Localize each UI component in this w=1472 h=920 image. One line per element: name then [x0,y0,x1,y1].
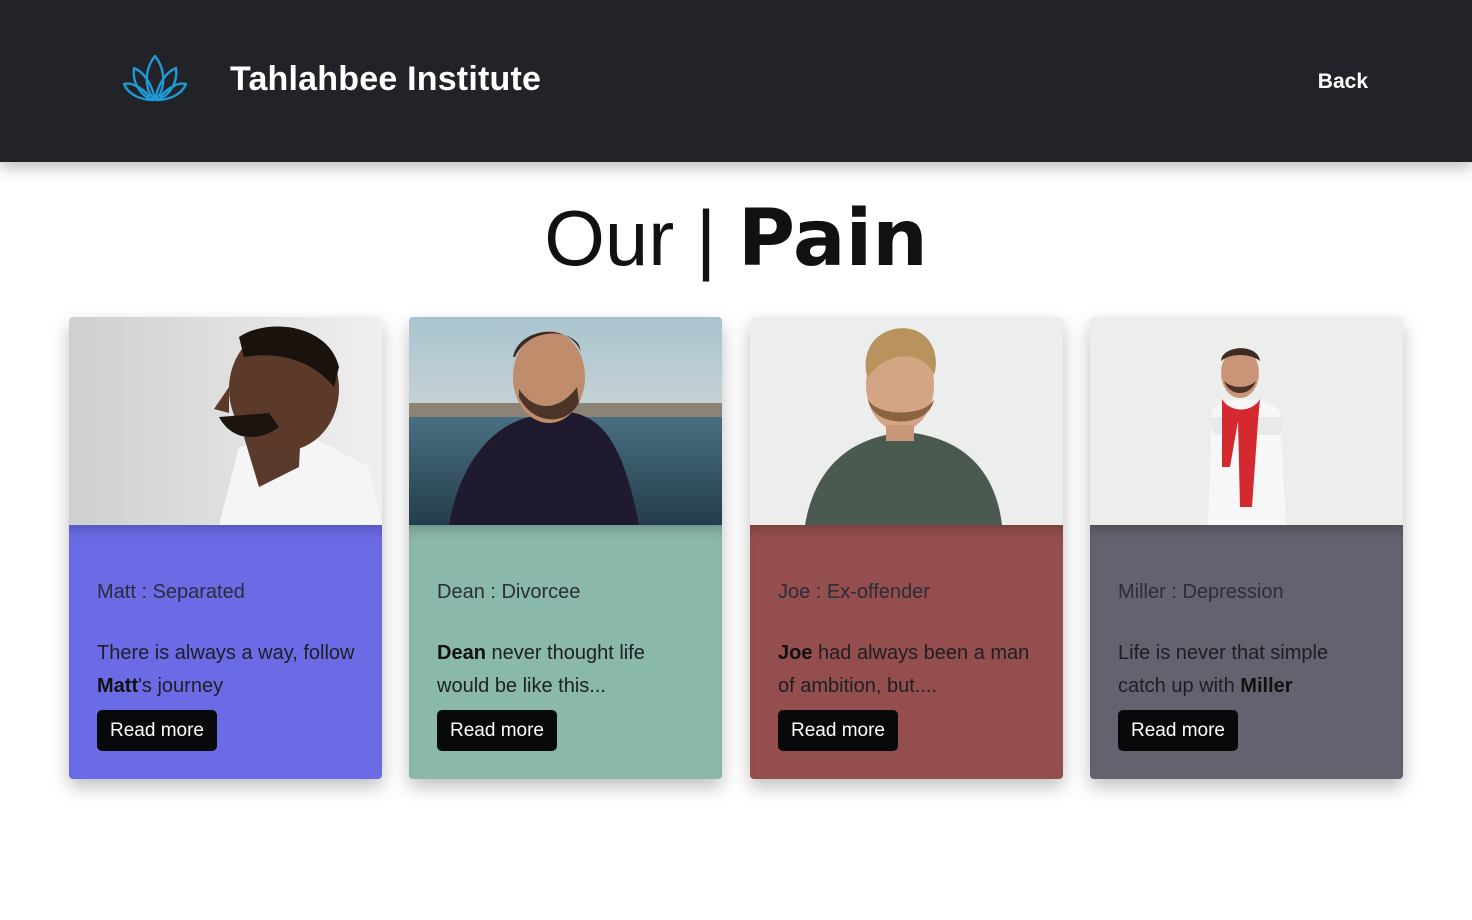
read-more-button[interactable]: Read more [778,710,898,751]
brand-title[interactable]: Tahlahbee Institute [230,60,541,99]
card-description: Dean never thought life would be like th… [437,642,645,697]
read-more-button[interactable]: Read more [437,710,557,751]
card-description: Joe had always been a man of ambition, b… [778,642,1030,697]
card-name-label: Dean : Divorcee [437,581,581,603]
navbar: Tahlahbee Institute Back [0,0,1472,162]
card-photo-dean [409,317,722,525]
page-title-light: Our [544,194,675,282]
card-description: There is always a way, follow Matt's jou… [97,642,355,697]
page-title: Our | Pain [0,190,1472,287]
card-name-label: Matt : Separated [97,581,245,603]
lotus-icon[interactable] [122,52,188,102]
page-title-separator: | [695,194,717,282]
read-more-button[interactable]: Read more [1118,710,1238,751]
card-photo-matt [69,317,382,525]
story-card-joe: Joe : Ex-offender Joe had always been a … [750,317,1063,779]
card-body: Miller : Depression Life is never that s… [1090,525,1403,779]
card-description: Life is never that simple catch up with … [1118,642,1329,697]
story-card-dean: Dean : Divorcee Dean never thought life … [409,317,722,779]
card-body: Matt : Separated There is always a way, … [69,525,382,779]
card-name-label: Miller : Depression [1118,581,1284,603]
story-card-miller: Miller : Depression Life is never that s… [1090,317,1403,779]
card-name-label: Joe : Ex-offender [778,581,930,603]
back-link[interactable]: Back [1318,70,1368,94]
read-more-button[interactable]: Read more [97,710,217,751]
card-photo-joe [750,317,1063,525]
page-title-bold: Pain [737,194,928,284]
card-body: Dean : Divorcee Dean never thought life … [409,525,722,779]
story-card-matt: Matt : Separated There is always a way, … [69,317,382,779]
card-photo-miller [1090,317,1403,525]
card-body: Joe : Ex-offender Joe had always been a … [750,525,1063,779]
